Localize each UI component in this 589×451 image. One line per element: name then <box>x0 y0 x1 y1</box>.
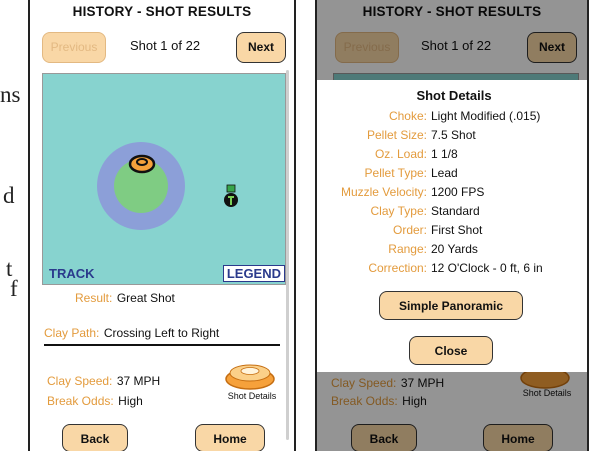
legend-button[interactable]: LEGEND <box>222 265 285 282</box>
shot-counter: Shot 1 of 22 <box>129 38 201 53</box>
left-phone-screen: HISTORY - SHOT RESULTS Previous Shot 1 o… <box>28 0 296 451</box>
break-odds-value: High <box>118 394 143 408</box>
divider <box>44 344 280 346</box>
clay-speed-label: Clay Speed: <box>47 374 113 388</box>
clay-target-marker <box>128 154 156 174</box>
clay-path-label: Clay Path: <box>44 326 100 340</box>
detail-value: 1200 FPS <box>431 185 485 199</box>
detail-label: Correction: <box>368 261 427 275</box>
detail-label: Order: <box>392 223 427 237</box>
detail-row-pellet-type: Pellet Type: Lead <box>317 164 577 182</box>
previous-button[interactable]: Previous <box>42 32 106 63</box>
detail-value: First Shot <box>431 223 483 237</box>
detail-row-clay-type: Clay Type: Standard <box>317 202 577 220</box>
clay-path-row: Clay Path: Crossing Left to Right <box>44 324 219 342</box>
shot-details-dialog: Shot Details Choke: Light Modified (.015)… <box>317 80 587 372</box>
detail-row-range: Range: 20 Yards <box>317 240 577 258</box>
detail-label: Range: <box>388 242 427 256</box>
detail-value: 7.5 Shot <box>431 128 476 142</box>
detail-value: 20 Yards <box>431 242 478 256</box>
dialog-title: Shot Details <box>416 88 492 103</box>
detail-row-pellet-size: Pellet Size: 7.5 Shot <box>317 126 577 144</box>
backdrop-text: f <box>10 276 18 301</box>
clay-speed-value: 37 MPH <box>116 374 161 388</box>
clay-path-value: Crossing Left to Right <box>103 326 220 340</box>
result-value: Great Shot <box>116 291 175 305</box>
close-button[interactable]: Close <box>409 336 493 365</box>
back-button[interactable]: Back <box>62 424 128 451</box>
result-label: Result: <box>75 291 113 305</box>
page-title: HISTORY - SHOT RESULTS <box>72 4 252 19</box>
detail-row-correction: Correction: 12 O'Clock - 0 ft, 6 in <box>317 259 577 277</box>
detail-row-oz-load: Oz. Load: 1 1/8 <box>317 145 577 163</box>
detail-value: 1 1/8 <box>431 147 458 161</box>
detail-row-choke: Choke: Light Modified (.015) <box>317 107 577 125</box>
right-phone-screen: HISTORY - SHOT RESULTS Previous Shot 1 o… <box>315 0 589 451</box>
break-odds-label: Break Odds: <box>47 394 114 408</box>
shot-details-button[interactable]: Shot Details <box>220 357 280 407</box>
detail-label: Pellet Size: <box>366 128 427 142</box>
detail-label: Pellet Type: <box>364 166 427 180</box>
backdrop-text: d <box>3 183 15 208</box>
shot-field: TRACK LEGEND <box>42 73 286 285</box>
clay-disc-icon <box>225 364 275 390</box>
detail-label: Clay Type: <box>370 204 427 218</box>
next-button[interactable]: Next <box>236 32 286 63</box>
shooter-icon <box>224 184 238 207</box>
scrollbar[interactable] <box>286 70 289 440</box>
detail-value: 12 O'Clock - 0 ft, 6 in <box>431 261 543 275</box>
shot-details-label: Shot Details <box>227 391 277 401</box>
detail-value: Lead <box>431 166 458 180</box>
home-button[interactable]: Home <box>195 424 265 451</box>
track-link[interactable]: TRACK <box>49 266 95 281</box>
detail-value: Standard <box>431 204 480 218</box>
detail-label: Choke: <box>388 109 427 123</box>
simple-panoramic-button[interactable]: Simple Panoramic <box>379 291 523 320</box>
detail-row-muzzle-velocity: Muzzle Velocity: 1200 FPS <box>317 183 577 201</box>
result-row: Result: Great Shot <box>75 289 175 307</box>
detail-label: Oz. Load: <box>374 147 427 161</box>
detail-value: Light Modified (.015) <box>431 109 541 123</box>
clay-speed-row: Clay Speed: 37 MPH <box>47 372 160 390</box>
backdrop-text: ns <box>0 82 21 107</box>
detail-row-order: Order: First Shot <box>317 221 577 239</box>
break-odds-row: Break Odds: High <box>47 392 143 410</box>
detail-label: Muzzle Velocity: <box>340 185 427 199</box>
shot-field-graphic <box>97 142 238 230</box>
